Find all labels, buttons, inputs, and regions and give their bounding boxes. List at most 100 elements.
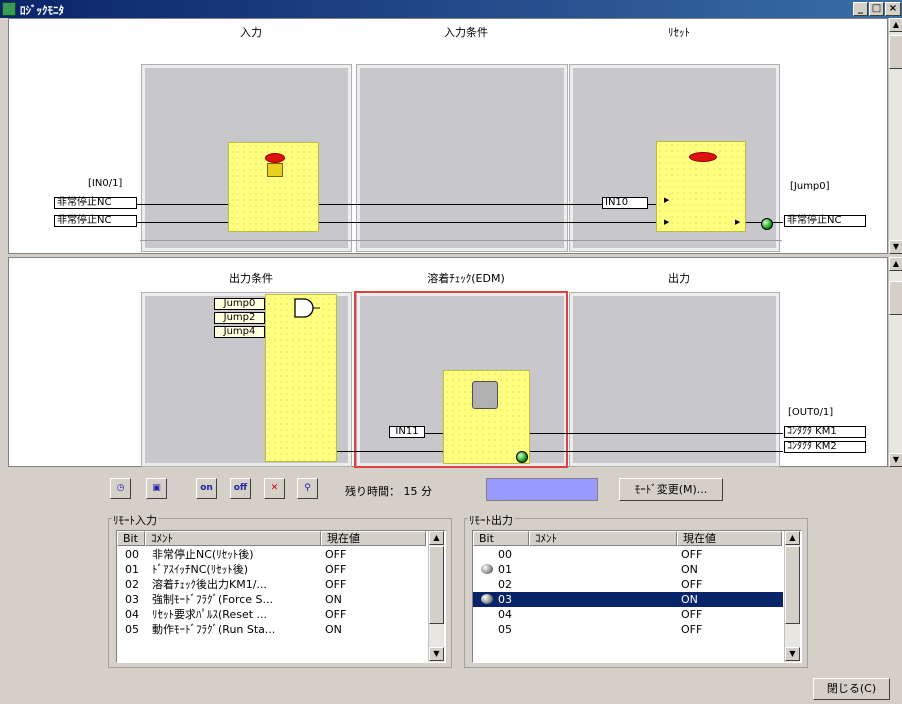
- cell-bit: 00: [498, 548, 512, 561]
- table-row[interactable]: 00 OFF: [473, 547, 783, 562]
- remote-output-scrollbar[interactable]: ▲ ▼: [784, 531, 800, 662]
- jump-tag-4: Jump4: [214, 326, 265, 338]
- cell-value: ON: [681, 593, 698, 606]
- cell-comment: 溶着ﾁｪｯｸ後出力KM1/...: [152, 578, 267, 591]
- cell-value: OFF: [681, 623, 703, 636]
- col-header-bit[interactable]: Bit: [117, 531, 145, 546]
- remote-output-table[interactable]: Bit ｺﾒﾝﾄ 現在値 00 OFF 01 ON 02 OFF 03 ON 04 OFF 05 OF…: [472, 530, 802, 663]
- force-off-icon[interactable]: off: [230, 478, 251, 499]
- edm-input-tag: IN11: [389, 426, 425, 438]
- col-header-comment[interactable]: ｺﾒﾝﾄ: [145, 531, 321, 546]
- arrow-icon: ▶: [664, 218, 670, 226]
- cell-value: OFF: [681, 608, 703, 621]
- scroll-thumb[interactable]: [429, 546, 444, 624]
- cell-comment: 強制ﾓｰﾄﾞﾌﾗｸﾞ(Force S...: [152, 593, 274, 606]
- close-button[interactable]: 閉じる(C): [813, 678, 890, 700]
- scroll-thumb[interactable]: [889, 281, 902, 315]
- table-row[interactable]: 01 ﾄﾞｱｽｲｯﾁNC(ﾘｾｯﾄ後) OFF: [117, 562, 427, 577]
- close-window-button[interactable]: ×: [885, 2, 901, 16]
- table-row[interactable]: 04 OFF: [473, 607, 783, 622]
- cell-comment: 動作ﾓｰﾄﾞﾌﾗｸﾞ(Run Sta...: [152, 623, 276, 636]
- reset-block[interactable]: ▶ ▶ ▶: [656, 141, 746, 232]
- cell-value: ON: [325, 623, 342, 636]
- remote-input-title: ﾘﾓｰﾄ入力: [112, 512, 158, 528]
- upper-logic-pane: 入力 入力条件 ﾘｾｯﾄ ▶ ▶ ▶ [IN0/1] 非常停止NC 非常停止NC…: [8, 18, 888, 254]
- cell-bit: 03: [498, 593, 512, 606]
- input-tag-1: 非常停止NC: [54, 197, 137, 209]
- col-header-bit[interactable]: Bit: [473, 531, 529, 546]
- search-icon[interactable]: ⚲: [297, 478, 318, 499]
- remote-output-title: ﾘﾓｰﾄ出力: [468, 512, 514, 528]
- scroll-thumb[interactable]: [889, 35, 902, 69]
- jump-tag-0: Jump0: [214, 298, 265, 310]
- edm-block[interactable]: [443, 370, 530, 464]
- reset-button-icon: [689, 152, 717, 162]
- minimize-button[interactable]: _: [853, 2, 868, 16]
- scroll-up-icon[interactable]: ▲: [889, 18, 902, 32]
- cancel-force-icon[interactable]: ✕: [264, 478, 285, 499]
- cell-comment: ﾄﾞｱｽｲｯﾁNC(ﾘｾｯﾄ後): [152, 563, 248, 576]
- app-icon: [2, 2, 16, 16]
- output-led-icon: [481, 594, 493, 604]
- cell-bit: 04: [125, 608, 139, 621]
- col-header-value[interactable]: 現在値: [677, 531, 782, 546]
- table-row[interactable]: 02 溶着ﾁｪｯｸ後出力KM1/... OFF: [117, 577, 427, 592]
- cell-bit: 01: [498, 563, 512, 576]
- lock-icon[interactable]: ▣: [146, 478, 167, 499]
- table-row[interactable]: 03 強制ﾓｰﾄﾞﾌﾗｸﾞ(Force S... ON: [117, 592, 427, 607]
- cell-value: OFF: [325, 563, 347, 576]
- output-condition-and-block[interactable]: [265, 294, 337, 462]
- cell-bit: 05: [498, 623, 512, 636]
- table-row[interactable]: 05 動作ﾓｰﾄﾞﾌﾗｸﾞ(Run Sta... ON: [117, 622, 427, 637]
- cell-value: ON: [681, 563, 698, 576]
- lower-scrollbar[interactable]: ▲ ▼: [888, 257, 902, 467]
- scroll-up-icon[interactable]: ▲: [785, 531, 800, 545]
- scroll-up-icon[interactable]: ▲: [429, 531, 444, 545]
- remaining-time-value: 15 分: [403, 485, 433, 498]
- clock-mode-icon[interactable]: ◷: [110, 478, 131, 499]
- jump-label: [Jump0]: [790, 181, 830, 192]
- jump-tag-2: Jump2: [214, 312, 265, 324]
- scroll-thumb[interactable]: [785, 546, 800, 624]
- edm-on-indicator-icon: [516, 451, 528, 463]
- maximize-button[interactable]: □: [869, 2, 884, 16]
- cell-bit: 02: [125, 578, 139, 591]
- scroll-down-icon[interactable]: ▼: [429, 647, 444, 661]
- cell-value: ON: [325, 593, 342, 606]
- red-button-icon: [265, 153, 285, 163]
- col-header-value[interactable]: 現在値: [321, 531, 426, 546]
- column-header-input: 入力: [240, 26, 262, 39]
- column-header-output: 出力: [668, 272, 690, 285]
- table-row[interactable]: 02 OFF: [473, 577, 783, 592]
- scroll-up-icon[interactable]: ▲: [889, 257, 902, 271]
- table-row[interactable]: 01 ON: [473, 562, 783, 577]
- arrow-icon: ▶: [664, 196, 670, 204]
- force-on-icon[interactable]: on: [196, 478, 217, 499]
- table-row[interactable]: 04 ﾘｾｯﾄ要求ﾊﾟﾙｽ(Reset ... OFF: [117, 607, 427, 622]
- cell-bit: 04: [498, 608, 512, 621]
- emergency-stop-input-block[interactable]: [228, 142, 319, 232]
- input-condition-area: [356, 64, 568, 252]
- output-led-icon: [481, 564, 493, 574]
- output-contactor-tag-2: ｺﾝﾀｸﾀ KM2: [784, 441, 866, 453]
- cell-bit: 05: [125, 623, 139, 636]
- scroll-down-icon[interactable]: ▼: [785, 647, 800, 661]
- emergency-stop-switch-icon: [267, 163, 283, 177]
- scroll-down-icon[interactable]: ▼: [889, 453, 902, 467]
- cell-comment: ﾘｾｯﾄ要求ﾊﾟﾙｽ(Reset ...: [152, 608, 268, 621]
- remote-input-table[interactable]: Bit ｺﾒﾝﾄ 現在値 00 非常停止NC(ﾘｾｯﾄ後) OFF 01 ﾄﾞｱｽｲｯﾁ…: [116, 530, 446, 663]
- table-row[interactable]: 03 ON: [473, 592, 783, 607]
- upper-scrollbar[interactable]: ▲ ▼: [888, 18, 902, 254]
- scroll-down-icon[interactable]: ▼: [889, 240, 902, 254]
- remote-input-scrollbar[interactable]: ▲ ▼: [428, 531, 444, 662]
- table-row[interactable]: 00 非常停止NC(ﾘｾｯﾄ後) OFF: [117, 547, 427, 562]
- status-color-indicator: [486, 478, 598, 501]
- mode-change-button[interactable]: ﾓｰﾄﾞ変更(M)...: [619, 478, 723, 501]
- input-address-label: [IN0/1]: [88, 178, 123, 189]
- table-row[interactable]: 05 OFF: [473, 622, 783, 637]
- output-tag: 非常停止NC: [784, 215, 866, 227]
- output-address-label: [OUT0/1]: [788, 407, 834, 418]
- column-header-reset: ﾘｾｯﾄ: [668, 26, 690, 39]
- col-header-comment[interactable]: ｺﾒﾝﾄ: [529, 531, 677, 546]
- and-gate-icon: [294, 298, 320, 318]
